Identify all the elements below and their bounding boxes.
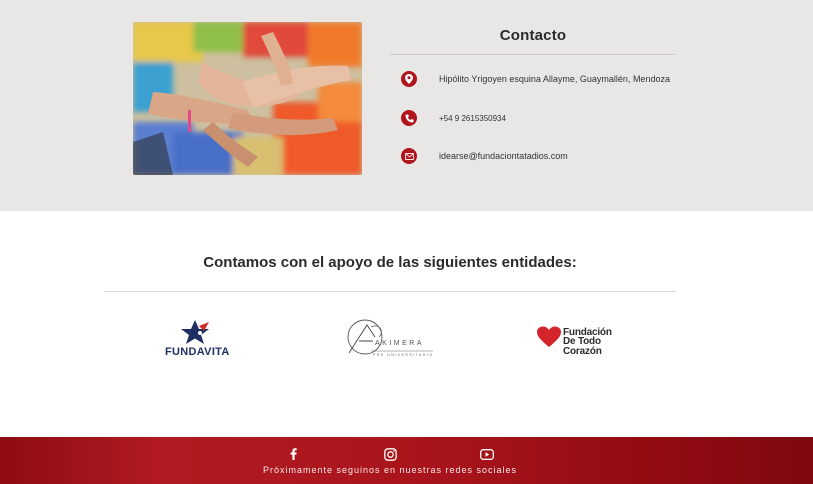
fundacion-de-todo-corazon-logo[interactable]: Fundación De Todo Corazón <box>536 325 636 357</box>
akimera-subtitle: PRE UNIVERSITARIO <box>373 353 434 357</box>
fundavita-logo[interactable]: FUNDAVITA <box>163 319 229 361</box>
akimera-name: AKIMERA <box>375 340 425 347</box>
support-title: Contamos con el apoyo de las siguientes … <box>203 254 577 271</box>
address-text: Hipólito Yrigoyen esquina Allayme, Guaym… <box>439 74 670 84</box>
contact-title: Contacto <box>499 27 567 44</box>
ftc-line-2: De Todo Corazón <box>563 336 602 357</box>
phone-icon <box>401 110 417 126</box>
footer-social-text: Próximamente seguinos en nuestras redes … <box>262 465 518 475</box>
location-pin-icon <box>401 71 417 87</box>
mail-icon <box>401 148 417 164</box>
contact-section: Contacto Hipólito Yrigoyen esquina Allay… <box>0 0 813 211</box>
support-divider <box>104 291 676 292</box>
phone-link[interactable]: +54 9 2615350934 <box>439 114 506 123</box>
akimera-logo[interactable]: AKIMERA PRE UNIVERSITARIO <box>345 317 440 361</box>
address-row: Hipólito Yrigoyen esquina Allayme, Guaym… <box>401 70 701 88</box>
heart-icon <box>537 326 561 347</box>
phone-row: +54 9 2615350934 <box>401 109 701 127</box>
footer: Próximamente seguinos en nuestras redes … <box>0 437 813 484</box>
instagram-icon[interactable] <box>382 447 398 461</box>
contact-divider <box>390 54 676 55</box>
email-link[interactable]: idearse@fundaciontatadios.com <box>439 151 568 161</box>
fundavita-name: FUNDAVITA <box>165 346 230 358</box>
facebook-icon[interactable] <box>285 447 301 461</box>
fundavita-star-icon <box>181 320 209 344</box>
email-row: idearse@fundaciontatadios.com <box>401 147 701 165</box>
youtube-icon[interactable] <box>479 447 495 461</box>
hands-together-photo <box>133 22 362 175</box>
